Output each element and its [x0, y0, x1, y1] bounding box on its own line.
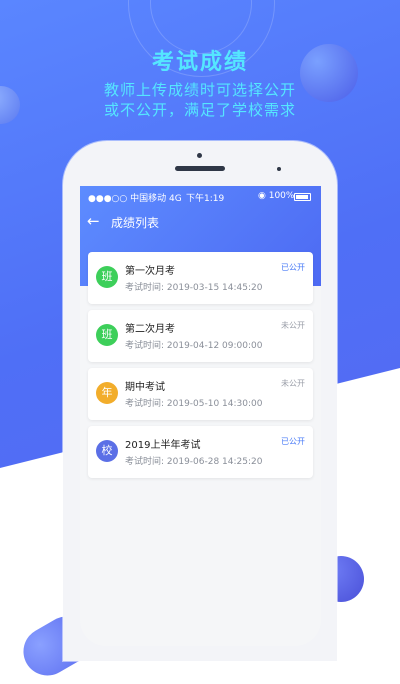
- exam-title: 第一次月考: [125, 266, 175, 277]
- exam-time: 考试时间: 2019-03-15 14:45:20: [125, 283, 263, 293]
- publish-status: 已公开: [281, 263, 305, 272]
- sensor-dot: [277, 167, 281, 171]
- nav-bar: ← 成绩列表: [80, 206, 321, 240]
- exam-badge-icon: 年: [96, 382, 118, 404]
- status-bar: ●●●○○ 中国移动 4G 下午1:19 ◉ 100%: [80, 186, 321, 206]
- exam-card[interactable]: 班 第一次月考 考试时间: 2019-03-15 14:45:20 已公开: [88, 252, 313, 304]
- back-arrow-icon[interactable]: ←: [87, 212, 100, 230]
- exam-badge-icon: 校: [96, 440, 118, 462]
- publish-status: 未公开: [281, 379, 305, 388]
- publish-status: 已公开: [281, 437, 305, 446]
- app-screen: ●●●○○ 中国移动 4G 下午1:19 ◉ 100% ← 成绩列表 班 第一次…: [80, 186, 321, 646]
- page-title: 成绩列表: [111, 216, 160, 230]
- carrier-signal: ●●●○○ 中国移动 4G: [88, 194, 182, 204]
- exam-title: 2019上半年考试: [125, 440, 201, 451]
- exam-card[interactable]: 班 第二次月考 考试时间: 2019-04-12 09:00:00 未公开: [88, 310, 313, 362]
- exam-time: 考试时间: 2019-04-12 09:00:00: [125, 341, 263, 351]
- battery-level: ◉ 100%: [258, 191, 295, 201]
- exam-time: 考试时间: 2019-06-28 14:25:20: [125, 457, 263, 467]
- status-time: 下午1:19: [186, 194, 225, 204]
- exam-title: 期中考试: [125, 382, 165, 393]
- exam-time: 考试时间: 2019-05-10 14:30:00: [125, 399, 263, 409]
- exam-badge-icon: 班: [96, 324, 118, 346]
- promo-subtitle-line1: 教师上传成绩时可选择公开: [103, 81, 296, 99]
- camera-dot: [197, 153, 202, 158]
- exam-badge-icon: 班: [96, 266, 118, 288]
- speaker-grille: [175, 166, 225, 171]
- exam-card[interactable]: 校 2019上半年考试 考试时间: 2019-06-28 14:25:20 已公…: [88, 426, 313, 478]
- exam-title: 第二次月考: [125, 324, 175, 335]
- promo-title: 考试成绩: [151, 50, 248, 75]
- publish-status: 未公开: [281, 321, 305, 330]
- promo-subtitle-line2: 或不公开，满足了学校需求: [103, 101, 296, 119]
- battery-icon: [294, 193, 311, 201]
- exam-card[interactable]: 年 期中考试 考试时间: 2019-05-10 14:30:00 未公开: [88, 368, 313, 420]
- promo-subtitle: 教师上传成绩时可选择公开 或不公开，满足了学校需求: [0, 80, 400, 120]
